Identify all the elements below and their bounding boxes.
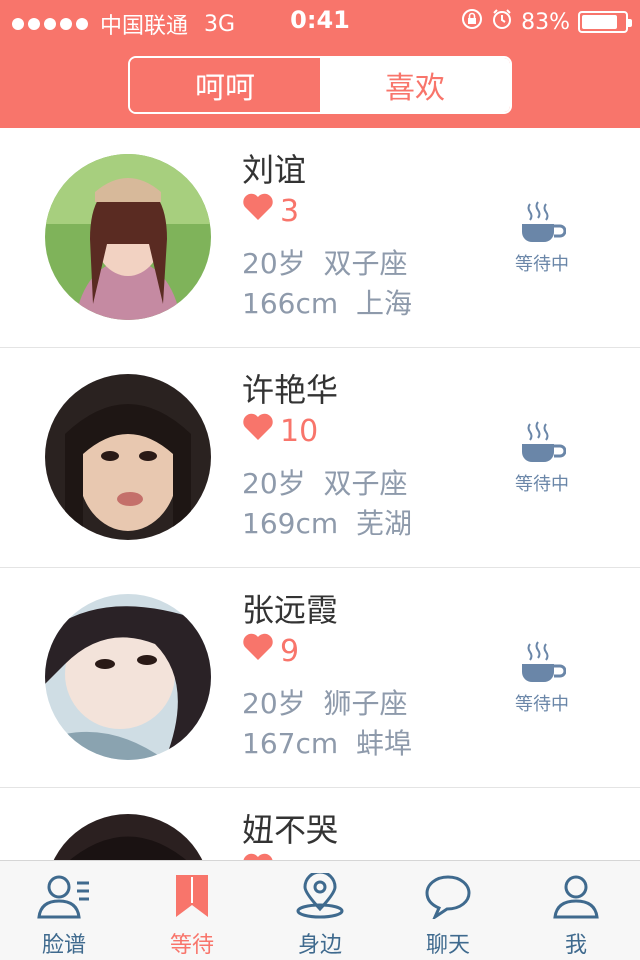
avatar[interactable] xyxy=(45,594,211,760)
height: 167cm xyxy=(242,727,339,760)
age-sign: 20岁 双子座 xyxy=(242,244,412,284)
waiting-label: 等待中 xyxy=(515,254,569,275)
tab-chat[interactable]: 聊天 xyxy=(384,861,512,960)
city: 芜湖 xyxy=(355,507,412,540)
coffee-cup-icon xyxy=(518,201,567,248)
tab-bar: 脸谱 等待 身边 聊天 我 xyxy=(0,860,640,960)
header: 中国联通 3G 0:41 83% 呵呵 喜欢 xyxy=(0,0,640,128)
battery-icon xyxy=(578,11,632,33)
profile-name: 张远霞 xyxy=(242,591,339,629)
likes-count: 9 xyxy=(242,632,412,672)
height: 169cm xyxy=(242,507,339,540)
age: 20岁 xyxy=(242,687,306,720)
list-item[interactable]: 许艳华 10 20岁 双子座 169cm 芜湖 等待中 xyxy=(0,348,640,568)
tab-waiting[interactable]: 等待 xyxy=(128,861,256,960)
zodiac: 双子座 xyxy=(323,247,408,280)
list-item[interactable]: 张远霞 9 20岁 狮子座 167cm 蚌埠 等待中 xyxy=(0,568,640,788)
likes-count: 10 xyxy=(242,412,412,452)
status-right: 83% xyxy=(461,8,632,36)
age: 20岁 xyxy=(242,467,306,500)
bookmark-icon xyxy=(174,873,210,923)
avatar[interactable] xyxy=(45,374,211,540)
heart-icon xyxy=(242,192,274,232)
battery-level xyxy=(582,15,617,29)
avatar[interactable] xyxy=(45,154,211,320)
tab-faces[interactable]: 脸谱 xyxy=(0,861,128,960)
heart-icon xyxy=(242,632,274,672)
heart-icon xyxy=(242,412,274,452)
profile-info: 许艳华 10 20岁 双子座 169cm 芜湖 xyxy=(242,368,412,544)
height-city: 166cm 上海 xyxy=(242,284,412,324)
waiting-label: 等待中 xyxy=(515,694,569,715)
tab-label: 脸谱 xyxy=(41,933,86,958)
city: 上海 xyxy=(355,287,412,320)
tab-label: 身边 xyxy=(297,933,342,958)
height: 166cm xyxy=(242,287,339,320)
coffee-cup-icon xyxy=(518,421,567,468)
waiting-status[interactable]: 等待中 xyxy=(506,200,578,276)
waiting-status[interactable]: 等待中 xyxy=(506,420,578,496)
people-list: 刘谊 3 20岁 双子座 166cm 上海 等待中 许艳华 10 20岁 双子座… xyxy=(0,128,640,960)
zodiac: 狮子座 xyxy=(323,687,408,720)
coffee-cup-icon xyxy=(518,641,567,688)
likes-value: 9 xyxy=(280,634,300,669)
profile-name: 许艳华 xyxy=(242,371,339,409)
height-city: 169cm 芜湖 xyxy=(242,504,412,544)
profile-name: 刘谊 xyxy=(242,151,307,189)
age-sign: 20岁 双子座 xyxy=(242,464,412,504)
contacts-icon xyxy=(37,873,91,923)
waiting-label: 等待中 xyxy=(515,474,569,495)
profile-name: 妞不哭 xyxy=(242,811,339,849)
likes-count: 3 xyxy=(242,192,412,232)
list-item[interactable]: 刘谊 3 20岁 双子座 166cm 上海 等待中 xyxy=(0,128,640,348)
age-sign: 20岁 狮子座 xyxy=(242,684,412,724)
segment-hehe[interactable]: 呵呵 xyxy=(130,58,320,112)
height-city: 167cm 蚌埠 xyxy=(242,724,412,764)
user-icon xyxy=(551,873,601,923)
tab-label: 我 xyxy=(564,933,587,958)
likes-value: 3 xyxy=(280,194,300,229)
profile-info: 张远霞 9 20岁 狮子座 167cm 蚌埠 xyxy=(242,588,412,764)
age: 20岁 xyxy=(242,247,306,280)
segmented-control: 呵呵 喜欢 xyxy=(128,56,512,114)
zodiac: 双子座 xyxy=(323,467,408,500)
likes-value: 10 xyxy=(280,414,319,449)
tab-label: 等待 xyxy=(169,933,214,958)
location-pin-icon xyxy=(295,870,345,923)
rotation-lock-icon xyxy=(461,8,483,36)
tab-label: 聊天 xyxy=(425,933,470,958)
alarm-icon xyxy=(491,8,513,36)
tab-me[interactable]: 我 xyxy=(512,861,640,960)
waiting-status[interactable]: 等待中 xyxy=(506,640,578,716)
tab-nearby[interactable]: 身边 xyxy=(256,861,384,960)
chat-bubble-icon xyxy=(423,873,473,923)
battery-percent: 83% xyxy=(521,9,570,35)
profile-info: 刘谊 3 20岁 双子座 166cm 上海 xyxy=(242,148,412,324)
segment-like[interactable]: 喜欢 xyxy=(320,58,510,112)
status-bar: 中国联通 3G 0:41 83% xyxy=(0,0,640,40)
city: 蚌埠 xyxy=(355,727,412,760)
